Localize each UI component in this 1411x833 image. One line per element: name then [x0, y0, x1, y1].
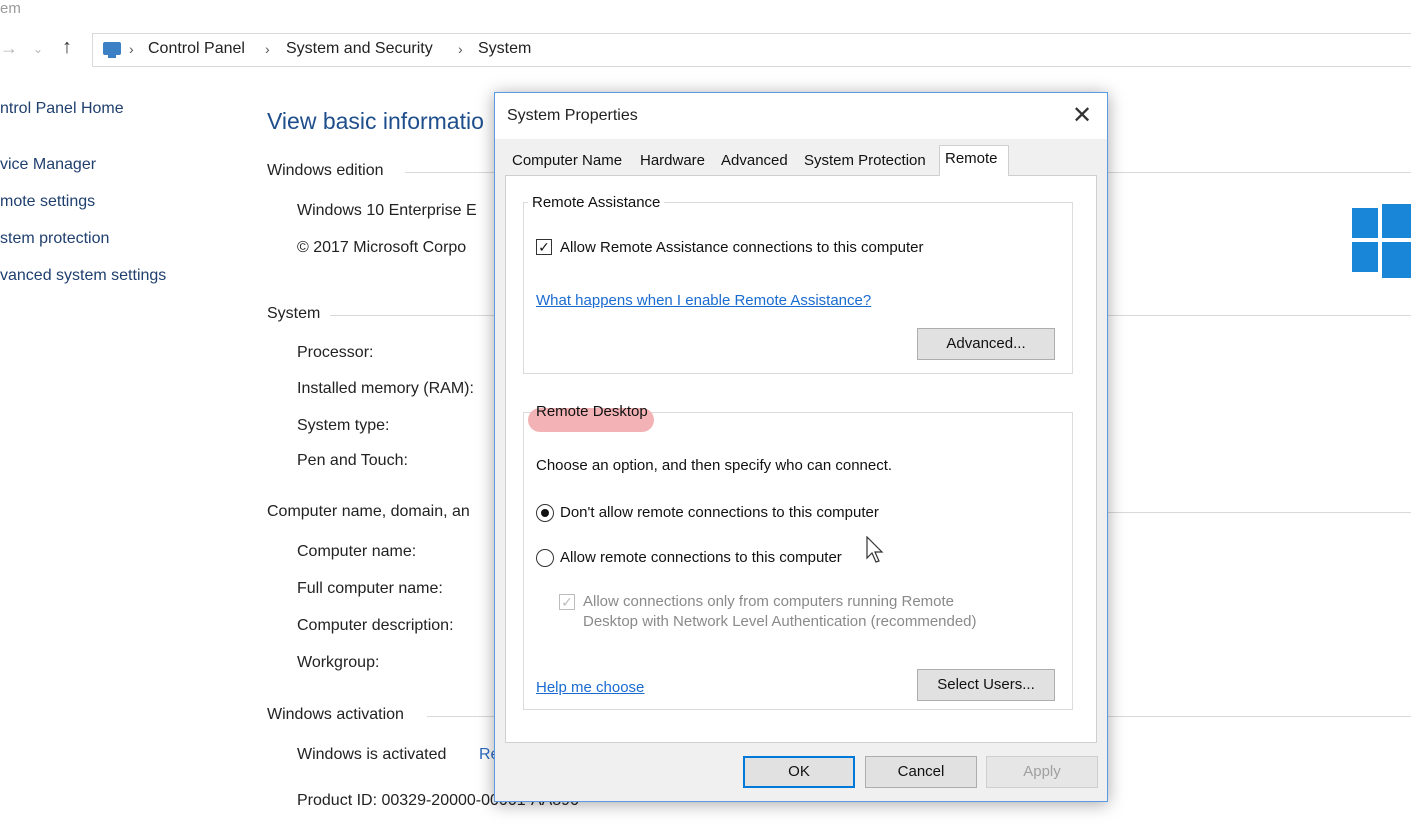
edition-copyright: © 2017 Microsoft Corpo [297, 239, 467, 256]
remote-desktop-instruction: Choose an option, and then specify who c… [536, 457, 893, 474]
tab-remote[interactable]: Remote [939, 145, 1009, 176]
section-divider [427, 716, 495, 717]
section-divider [1107, 172, 1411, 173]
section-divider [330, 315, 495, 316]
ok-button[interactable]: OK [743, 756, 855, 788]
allow-remote-radio[interactable] [536, 549, 554, 567]
up-arrow-icon[interactable]: ↑ [62, 36, 72, 59]
forward-arrow-icon[interactable]: → [0, 38, 18, 59]
navigation-bar: → ⌄ ↑ › Control Panel › System and Secur… [0, 30, 1411, 70]
mouse-pointer-icon [866, 536, 884, 563]
remote-tab-panel: Remote Assistance ✓ Allow Remote Assista… [505, 175, 1097, 743]
sidebar-item-system-protection[interactable]: stem protection [0, 230, 109, 248]
close-icon[interactable]: ✕ [1067, 101, 1097, 131]
row-label-installed-memory: Installed memory (RAM): [297, 380, 474, 397]
activation-status: Windows is activated [297, 746, 447, 763]
allow-remote-label: Allow remote connections to this compute… [560, 549, 842, 566]
breadcrumb-control-panel[interactable]: Control Panel [148, 40, 245, 58]
breadcrumb-separator-icon: › [265, 41, 270, 57]
sidebar-item-advanced-system-settings[interactable]: vanced system settings [0, 267, 166, 285]
window-title: em [0, 0, 21, 17]
remote-assistance-group-title: Remote Assistance [528, 194, 665, 211]
edition-name: Windows 10 Enterprise E [297, 202, 477, 219]
sidebar-item-control-panel-home[interactable]: ntrol Panel Home [0, 100, 124, 118]
row-label-system-type: System type: [297, 417, 390, 434]
section-divider [1107, 315, 1411, 316]
section-divider [1107, 716, 1411, 717]
dialog-titlebar[interactable]: System Properties ✕ [495, 93, 1107, 139]
tab-system-protection[interactable]: System Protection [799, 148, 931, 174]
nla-checkbox[interactable]: ✓ [559, 594, 575, 610]
dont-allow-remote-radio[interactable] [536, 504, 554, 522]
select-users-button[interactable]: Select Users... [917, 669, 1055, 701]
tab-computer-name[interactable]: Computer Name [507, 148, 627, 174]
breadcrumb-separator-icon: › [129, 41, 134, 57]
section-divider [405, 172, 495, 173]
section-divider [1107, 512, 1411, 513]
page-title: View basic informatio [267, 108, 484, 134]
row-label-processor: Processor: [297, 344, 374, 361]
nla-label: Allow connections only from computers ru… [583, 593, 977, 630]
sidebar-item-remote-settings[interactable]: mote settings [0, 193, 95, 211]
row-label-computer-name: Computer name: [297, 543, 417, 560]
help-me-choose-link[interactable]: Help me choose [536, 679, 644, 696]
row-label-computer-description: Computer description: [297, 617, 454, 634]
allow-remote-assistance-checkbox[interactable]: ✓ [536, 239, 552, 255]
system-properties-dialog: System Properties ✕ Computer Name Hardwa… [494, 92, 1108, 802]
apply-button[interactable]: Apply [986, 756, 1098, 788]
row-label-full-computer-name: Full computer name: [297, 580, 443, 597]
dialog-title: System Properties [507, 107, 638, 124]
computer-icon [103, 42, 121, 58]
address-bar[interactable]: › Control Panel › System and Security › … [92, 33, 1411, 67]
section-title-windows-activation: Windows activation [267, 706, 404, 723]
row-label-workgroup: Workgroup: [297, 654, 380, 671]
row-label-pen-and-touch: Pen and Touch: [297, 452, 408, 469]
cancel-button[interactable]: Cancel [865, 756, 977, 788]
allow-remote-assistance-label: Allow Remote Assistance connections to t… [560, 239, 924, 256]
breadcrumb-separator-icon: › [458, 41, 463, 57]
remote-desktop-group-title: Remote Desktop [536, 403, 648, 420]
tab-hardware[interactable]: Hardware [635, 148, 710, 174]
section-title-windows-edition: Windows edition [267, 162, 384, 179]
section-title-computer-name: Computer name, domain, an [267, 503, 470, 520]
tab-advanced[interactable]: Advanced [716, 148, 793, 174]
sidebar-item-device-manager[interactable]: vice Manager [0, 156, 96, 174]
section-title-system: System [267, 305, 321, 322]
advanced-button[interactable]: Advanced... [917, 328, 1055, 360]
breadcrumb-system[interactable]: System [478, 40, 531, 58]
windows-logo-icon [1352, 204, 1411, 280]
dont-allow-remote-label: Don't allow remote connections to this c… [560, 504, 879, 521]
remote-assistance-help-link[interactable]: What happens when I enable Remote Assist… [536, 292, 871, 309]
breadcrumb-system-and-security[interactable]: System and Security [286, 40, 433, 58]
recent-locations-chevron-icon[interactable]: ⌄ [33, 42, 43, 56]
